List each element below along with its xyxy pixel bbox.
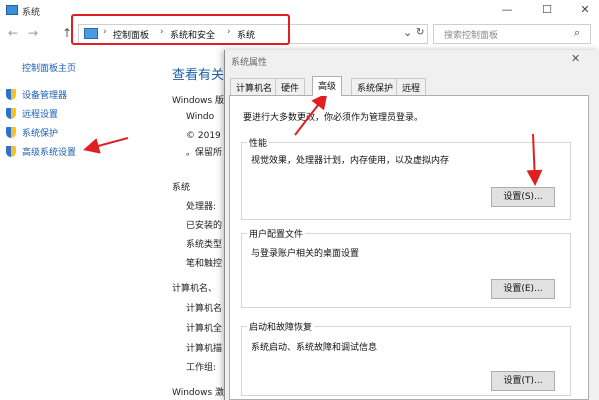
arrow-advanced-settings	[83, 137, 129, 154]
arrow-settings-button	[526, 133, 543, 186]
tab-advanced[interactable]: 高级	[312, 76, 343, 96]
annotation-arrows	[83, 92, 543, 186]
arrow-advanced-tab	[294, 92, 328, 136]
